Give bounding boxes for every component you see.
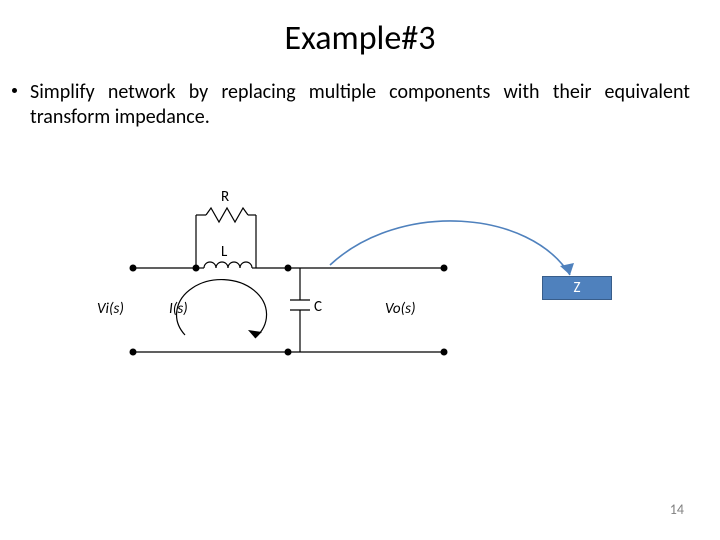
circuit-diagram (0, 0, 720, 540)
label-L: L (221, 243, 227, 261)
label-Vi: Vi(s) (97, 300, 124, 318)
slide-number: 14 (670, 501, 684, 518)
label-Vo: Vo(s) (385, 300, 416, 318)
label-R: R (221, 188, 229, 206)
z-impedance-box: Z (542, 276, 612, 300)
label-C: C (314, 298, 322, 316)
label-I: I(s) (169, 300, 188, 318)
